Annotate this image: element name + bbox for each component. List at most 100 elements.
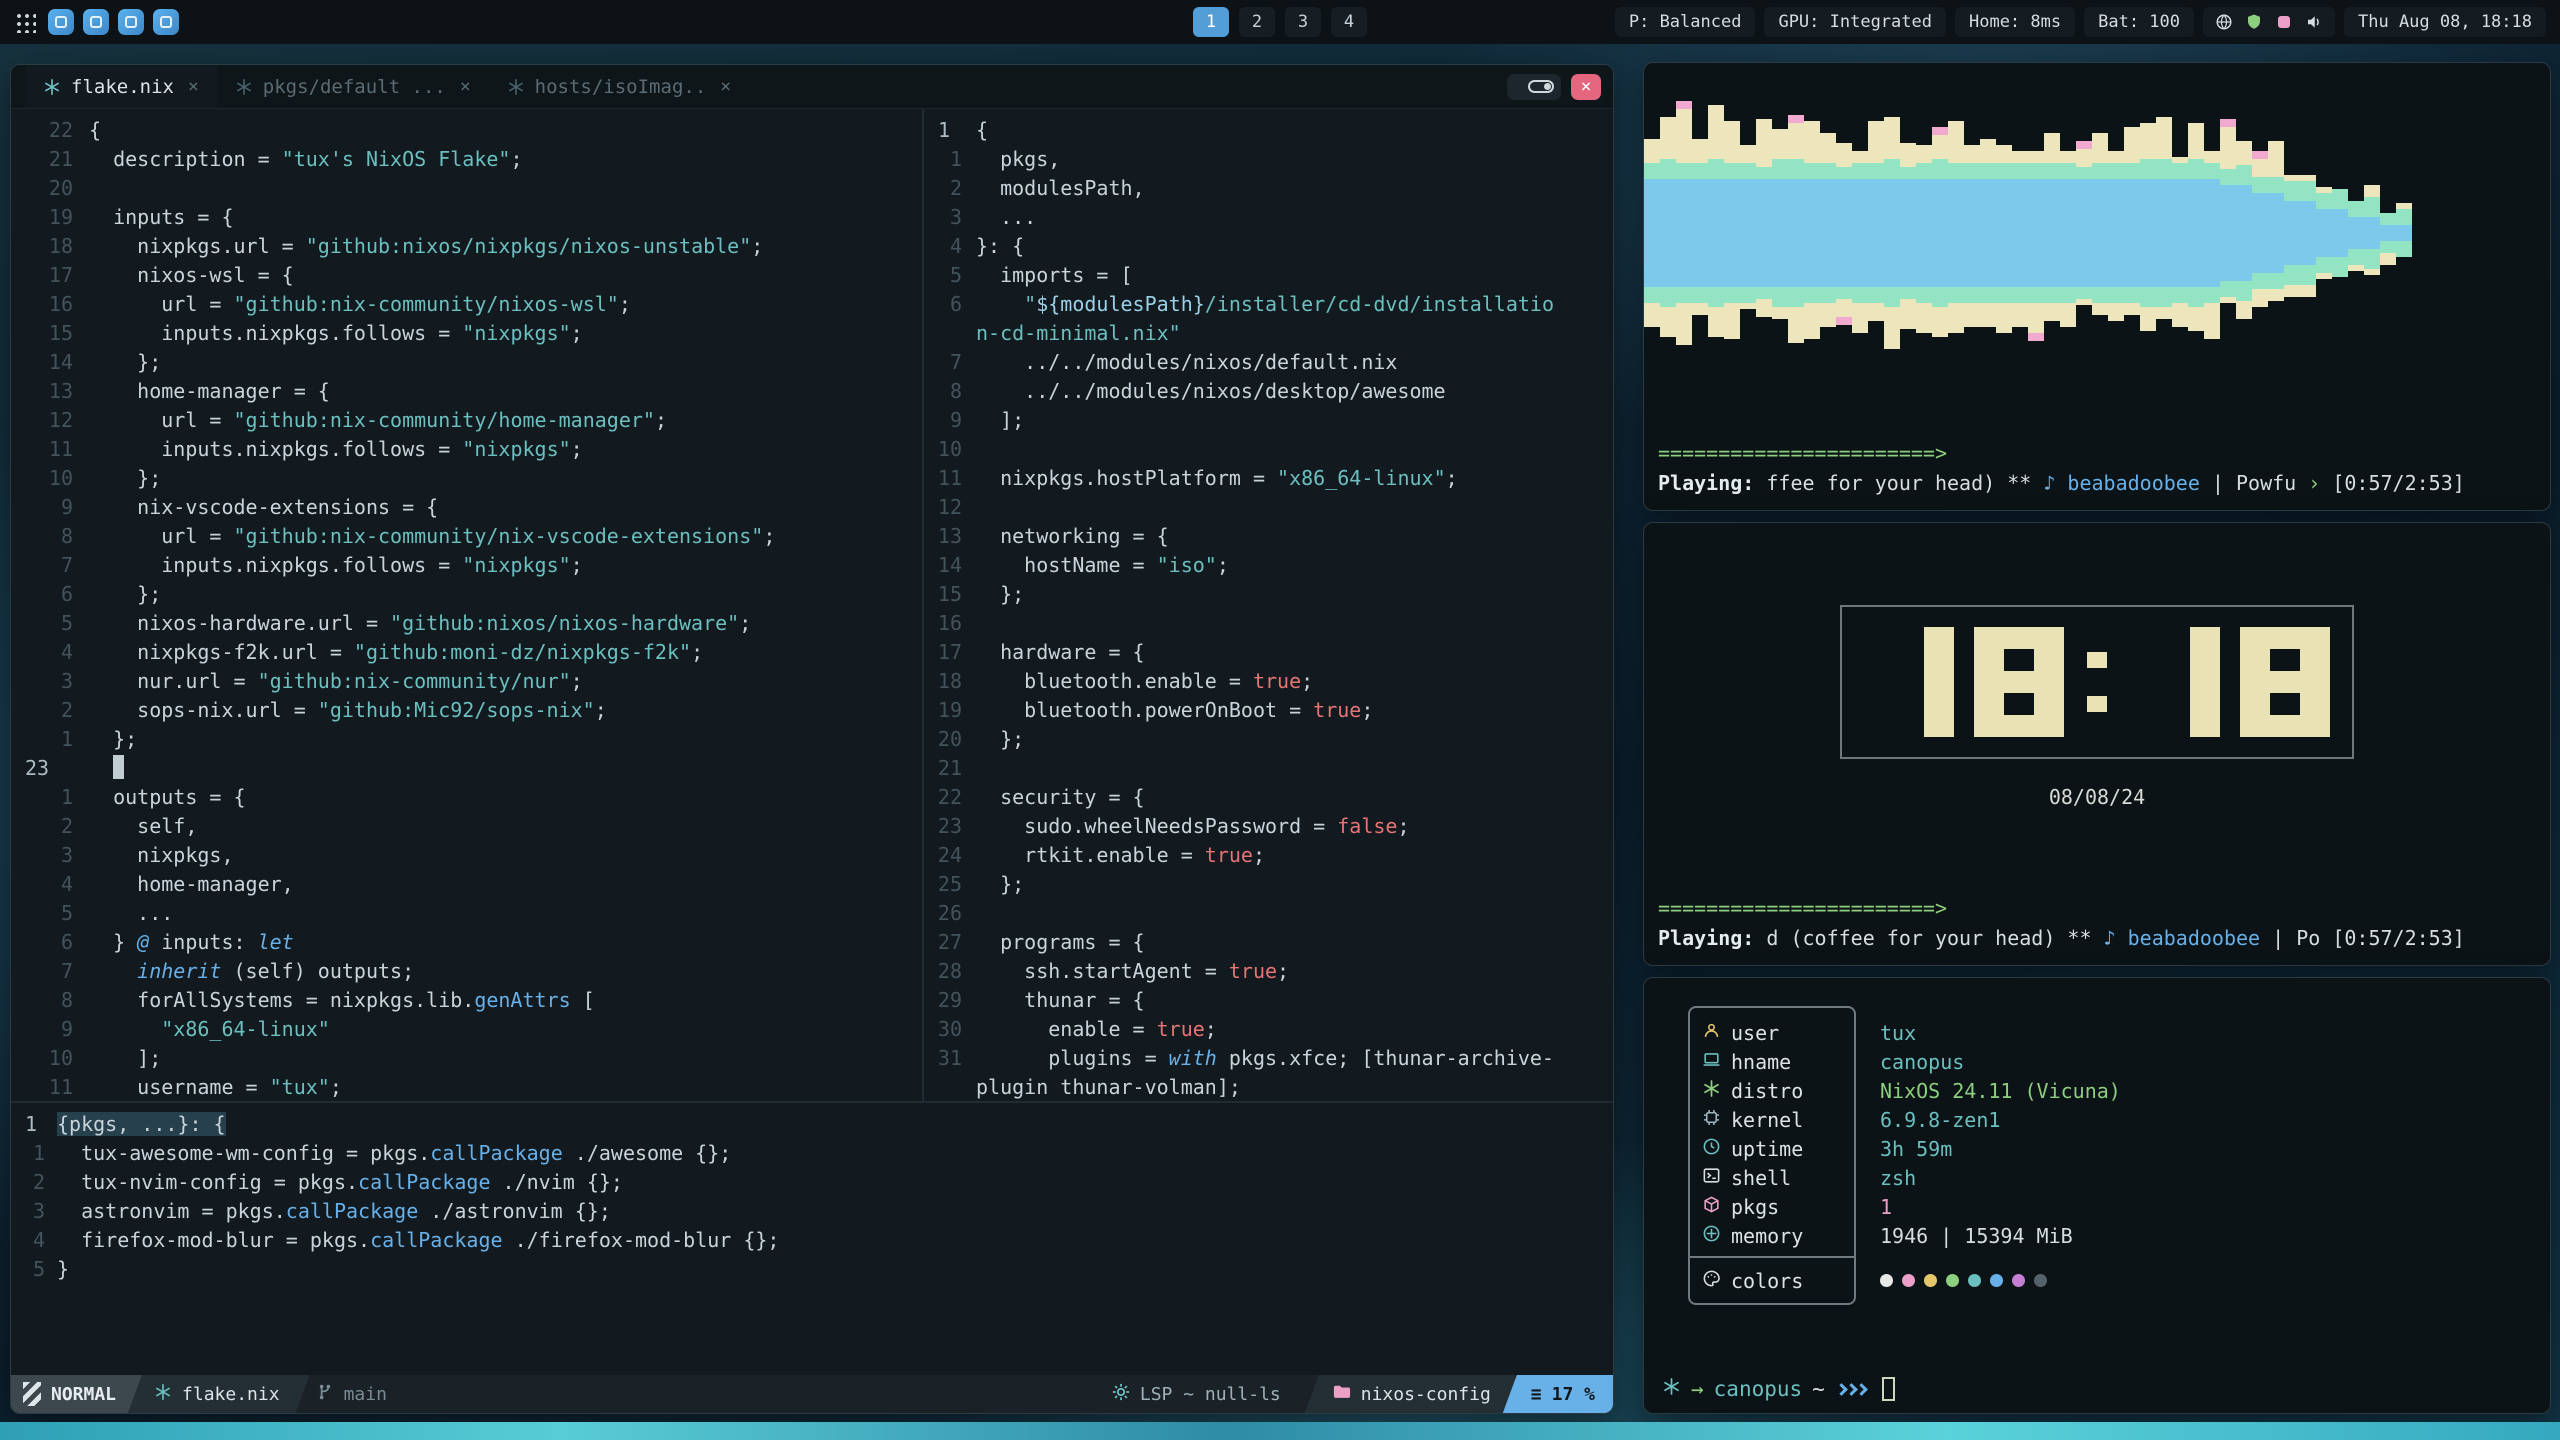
- code-line[interactable]: 24 rtkit.enable = true;: [924, 840, 1613, 869]
- taskbar-app-icon[interactable]: [118, 9, 144, 35]
- code-line[interactable]: 23: [11, 753, 922, 782]
- taskbar-app-icon[interactable]: [48, 9, 74, 35]
- workspace-button-2[interactable]: 2: [1239, 7, 1275, 37]
- code-line[interactable]: 4 firefox-mod-blur = pkgs.callPackage ./…: [11, 1225, 1613, 1254]
- code-line[interactable]: 16 url = "github:nix-community/nixos-wsl…: [11, 289, 922, 318]
- code-line[interactable]: 31 plugins = with pkgs.xfce; [thunar-arc…: [924, 1043, 1613, 1072]
- code-line[interactable]: 3 astronvim = pkgs.callPackage ./astronv…: [11, 1196, 1613, 1225]
- code-line[interactable]: 20 };: [924, 724, 1613, 753]
- editor-tab-pkgs-default-...[interactable]: pkgs/default ...×: [217, 65, 489, 108]
- code-line[interactable]: 26: [924, 898, 1613, 927]
- code-line[interactable]: 11 inputs.nixpkgs.follows = "nixpkgs";: [11, 434, 922, 463]
- code-line[interactable]: 1 };: [11, 724, 922, 753]
- visualizer-terminal-window[interactable]: =======================> Playing: ffee f…: [1643, 62, 2551, 511]
- tab-close-icon[interactable]: ×: [456, 76, 471, 97]
- workspace-button-1[interactable]: 1: [1193, 7, 1229, 37]
- code-line[interactable]: 21 description = "tux's NixOS Flake";: [11, 144, 922, 173]
- code-line[interactable]: 5 imports = [: [924, 260, 1613, 289]
- project-indicator[interactable]: nixos-config: [1305, 1375, 1515, 1413]
- code-line[interactable]: 27 programs = {: [924, 927, 1613, 956]
- code-line[interactable]: 1{: [924, 115, 1613, 144]
- code-line[interactable]: 6 } @ inputs: let: [11, 927, 922, 956]
- code-line[interactable]: 2 self,: [11, 811, 922, 840]
- clock-terminal-window[interactable]: 08/08/24 =======================> Playin…: [1643, 522, 2551, 966]
- code-line[interactable]: 16: [924, 608, 1613, 637]
- code-line[interactable]: 23 sudo.wheelNeedsPassword = false;: [924, 811, 1613, 840]
- code-line[interactable]: 3 nur.url = "github:nix-community/nur";: [11, 666, 922, 695]
- tab-close-icon[interactable]: ×: [716, 76, 731, 97]
- git-branch[interactable]: main: [310, 1375, 407, 1413]
- editor-tab-flake.nix[interactable]: flake.nix×: [25, 65, 217, 108]
- code-line[interactable]: 9 ];: [924, 405, 1613, 434]
- code-line[interactable]: 14 };: [11, 347, 922, 376]
- code-line[interactable]: 7 ../../modules/nixos/default.nix: [924, 347, 1613, 376]
- code-line[interactable]: 12: [924, 492, 1613, 521]
- buffer-toggle-icon[interactable]: [1507, 74, 1561, 100]
- code-line[interactable]: 3 nixpkgs,: [11, 840, 922, 869]
- tab-close-icon[interactable]: ×: [184, 76, 199, 97]
- window-close-button[interactable]: ×: [1571, 74, 1601, 100]
- code-line[interactable]: 6 "${modulesPath}/installer/cd-dvd/insta…: [924, 289, 1613, 318]
- code-line[interactable]: 4 home-manager,: [11, 869, 922, 898]
- code-line[interactable]: 1 tux-awesome-wm-config = pkgs.callPacka…: [11, 1138, 1613, 1167]
- statusline-file[interactable]: flake.nix: [128, 1375, 310, 1413]
- code-line[interactable]: 19 bluetooth.powerOnBoot = true;: [924, 695, 1613, 724]
- code-line[interactable]: 5 ...: [11, 898, 922, 927]
- code-line[interactable]: 1 outputs = {: [11, 782, 922, 811]
- code-line[interactable]: 18 bluetooth.enable = true;: [924, 666, 1613, 695]
- swatch-icon[interactable]: [2275, 13, 2293, 31]
- code-line[interactable]: 9 "x86_64-linux": [11, 1014, 922, 1043]
- code-line[interactable]: 8 forAllSystems = nixpkgs.lib.genAttrs [: [11, 985, 922, 1014]
- code-line[interactable]: 9 nix-vscode-extensions = {: [11, 492, 922, 521]
- shield-icon[interactable]: [2245, 13, 2263, 31]
- code-line[interactable]: 2 tux-nvim-config = pkgs.callPackage ./n…: [11, 1167, 1613, 1196]
- network-icon[interactable]: [2215, 13, 2233, 31]
- code-line[interactable]: 8 url = "github:nix-community/nix-vscode…: [11, 521, 922, 550]
- code-line[interactable]: 2 modulesPath,: [924, 173, 1613, 202]
- code-line[interactable]: 7 inherit (self) outputs;: [11, 956, 922, 985]
- code-line[interactable]: 15 inputs.nixpkgs.follows = "nixpkgs";: [11, 318, 922, 347]
- code-line[interactable]: 17 hardware = {: [924, 637, 1613, 666]
- volume-icon[interactable]: [2305, 13, 2323, 31]
- code-line[interactable]: 10 };: [11, 463, 922, 492]
- code-line[interactable]: 1 pkgs,: [924, 144, 1613, 173]
- code-line[interactable]: 8 ../../modules/nixos/desktop/awesome: [924, 376, 1613, 405]
- taskbar-app-icon[interactable]: [83, 9, 109, 35]
- editor-pane-flake[interactable]: 22{21 description = "tux's NixOS Flake";…: [11, 109, 924, 1101]
- code-line[interactable]: 3 ...: [924, 202, 1613, 231]
- code-line[interactable]: 18 nixpkgs.url = "github:nixos/nixpkgs/n…: [11, 231, 922, 260]
- fetch-terminal-window[interactable]: userhnamedistrokerneluptimeshellpkgsmemo…: [1643, 977, 2551, 1414]
- code-line[interactable]: 14 hostName = "iso";: [924, 550, 1613, 579]
- code-line[interactable]: 10 ];: [11, 1043, 922, 1072]
- code-line[interactable]: 22 security = {: [924, 782, 1613, 811]
- code-line[interactable]: 10: [924, 434, 1613, 463]
- shell-prompt[interactable]: → canopus ~: [1662, 1377, 1895, 1401]
- code-line[interactable]: 20: [11, 173, 922, 202]
- code-line[interactable]: 25 };: [924, 869, 1613, 898]
- datetime-chip[interactable]: Thu Aug 08, 18:18: [2344, 7, 2546, 37]
- editor-pane-pkgs-default[interactable]: 1{pkgs, ...}: {1 tux-awesome-wm-config =…: [11, 1103, 1613, 1285]
- editor-tab-hosts-isoImag..[interactable]: hosts/isoImag..×: [489, 65, 749, 108]
- code-line[interactable]: 12 url = "github:nix-community/home-mana…: [11, 405, 922, 434]
- code-line[interactable]: 5 nixos-hardware.url = "github:nixos/nix…: [11, 608, 922, 637]
- taskbar-app-icon[interactable]: [153, 9, 179, 35]
- code-line[interactable]: 11 nixpkgs.hostPlatform = "x86_64-linux"…: [924, 463, 1613, 492]
- code-line[interactable]: 7 inputs.nixpkgs.follows = "nixpkgs";: [11, 550, 922, 579]
- code-line[interactable]: 11 username = "tux";: [11, 1072, 922, 1101]
- code-line[interactable]: 6 };: [11, 579, 922, 608]
- code-line[interactable]: 22{: [11, 115, 922, 144]
- code-line[interactable]: 28 ssh.startAgent = true;: [924, 956, 1613, 985]
- app-menu-icon[interactable]: [14, 11, 36, 33]
- code-line[interactable]: 4 nixpkgs-f2k.url = "github:moni-dz/nixp…: [11, 637, 922, 666]
- system-tray[interactable]: [2203, 7, 2335, 37]
- code-line[interactable]: 19 inputs = {: [11, 202, 922, 231]
- code-line[interactable]: 15 };: [924, 579, 1613, 608]
- code-line[interactable]: 2 sops-nix.url = "github:Mic92/sops-nix"…: [11, 695, 922, 724]
- code-line[interactable]: 13 home-manager = {: [11, 376, 922, 405]
- code-line[interactable]: n-cd-minimal.nix": [924, 318, 1613, 347]
- code-line[interactable]: 5}: [11, 1254, 1613, 1283]
- code-line[interactable]: 1{pkgs, ...}: {: [11, 1109, 1613, 1138]
- code-line[interactable]: 13 networking = {: [924, 521, 1613, 550]
- code-line[interactable]: 29 thunar = {: [924, 985, 1613, 1014]
- code-line[interactable]: 21: [924, 753, 1613, 782]
